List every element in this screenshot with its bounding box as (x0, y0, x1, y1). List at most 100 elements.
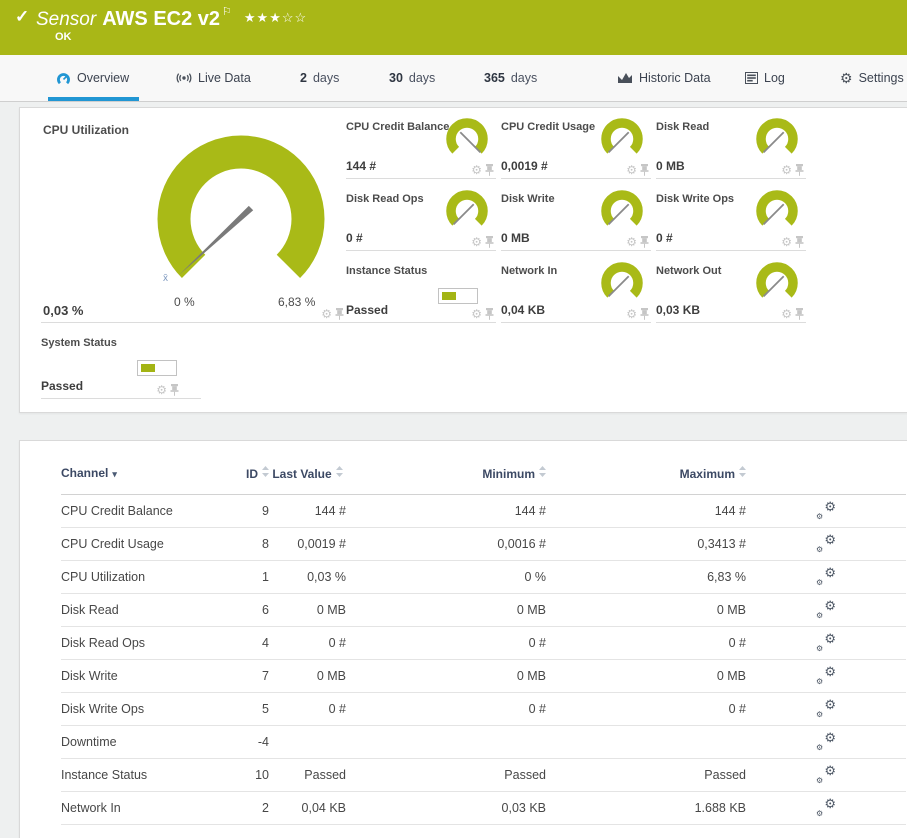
gear-icon[interactable]: ⚙ (471, 164, 482, 176)
gear-icon[interactable]: ⚙ (781, 236, 792, 248)
tab-live-data[interactable]: Live Data (176, 55, 251, 101)
cell-id: 5 (262, 702, 269, 716)
table-row-disk-read: Disk Read 6 0 MB 0 MB 0 MB ⚙ ⚙ (61, 594, 906, 627)
cell-maximum: 0 MB (716, 669, 746, 683)
channel-cell-network-out[interactable]: Network Out 0,03 KB ⚙ (656, 258, 806, 323)
cell-last-value: 0,0019 # (297, 537, 346, 551)
priority-stars[interactable]: ★★★☆☆ (244, 10, 307, 25)
channel-title: Disk Read Ops (346, 193, 424, 205)
pin-icon[interactable] (640, 236, 649, 248)
gauge-icon (57, 72, 70, 84)
channel-settings-icon[interactable]: ⚙ ⚙ (816, 598, 836, 620)
gear-icon[interactable]: ⚙ (321, 308, 332, 320)
channel-title: Network Out (656, 265, 722, 277)
cell-channel: Disk Read (61, 603, 119, 617)
tab-settings[interactable]: ⚙ Settings (840, 55, 904, 101)
channel-cell-system-status[interactable]: System Status Passed ⚙ (41, 330, 201, 399)
channel-settings-icon[interactable]: ⚙ ⚙ (816, 796, 836, 818)
gear-icon[interactable]: ⚙ (626, 164, 637, 176)
pin-icon[interactable] (640, 164, 649, 176)
channel-settings-icon[interactable]: ⚙ ⚙ (816, 499, 836, 521)
cell-id: 1 (262, 570, 269, 584)
tab-30-days[interactable]: 30 days (389, 55, 435, 101)
pin-icon[interactable] (795, 308, 804, 320)
channel-value: 0 # (346, 231, 363, 245)
gear-icon[interactable]: ⚙ (156, 384, 167, 396)
channel-cell-cpu-credit-balance[interactable]: CPU Credit Balance 144 # ⚙ (346, 114, 496, 179)
channel-cell-instance-status[interactable]: Instance Status Passed ⚙ (346, 258, 496, 323)
channel-cell-cpu-credit-usage[interactable]: CPU Credit Usage 0,0019 # ⚙ (501, 114, 651, 179)
tab-overview[interactable]: Overview (47, 55, 140, 101)
channel-settings-icon[interactable]: ⚙ ⚙ (816, 697, 836, 719)
gear-icon[interactable]: ⚙ (471, 308, 482, 320)
column-header-channel[interactable]: Channel ▾ (61, 457, 211, 495)
channel-cell-disk-read-ops[interactable]: Disk Read Ops 0 # ⚙ (346, 186, 496, 251)
gear-icon[interactable]: ⚙ (626, 236, 637, 248)
overview-panel: CPU Utilization x̄ 0 % 6,83 % 0,03 % ⚙ C… (19, 107, 907, 413)
channel-settings-icon[interactable]: ⚙ ⚙ (816, 730, 836, 752)
sensor-kind-label: Sensor (36, 9, 97, 30)
cell-minimum (346, 726, 546, 759)
channel-settings-icon[interactable]: ⚙ ⚙ (816, 532, 836, 554)
cell-minimum: 0 % (524, 570, 546, 584)
channel-cell-network-in[interactable]: Network In 0,04 KB ⚙ (501, 258, 651, 323)
cell-last-value: 0,03 % (307, 570, 346, 584)
channel-cell-cpu-utilization[interactable]: CPU Utilization x̄ 0 % 6,83 % 0,03 % ⚙ (41, 113, 346, 323)
channel-settings-icon[interactable]: ⚙ ⚙ (816, 565, 836, 587)
cell-minimum: 0,0016 # (497, 537, 546, 551)
tab-365-days[interactable]: 365 days (484, 55, 537, 101)
gear-icon[interactable]: ⚙ (781, 308, 792, 320)
channel-value: 0 MB (501, 231, 530, 245)
gear-icon[interactable]: ⚙ (781, 164, 792, 176)
cell-minimum: 0 MB (516, 603, 546, 617)
cell-id: 7 (262, 669, 269, 683)
sensor-header: ✓ Sensor AWS EC2 v2 ⚐ ★★★☆☆ OK (0, 0, 907, 55)
pin-icon[interactable] (640, 308, 649, 320)
channel-settings-icon[interactable]: ⚙ ⚙ (816, 763, 836, 785)
channel-title: Network In (501, 265, 558, 277)
channel-cell-disk-write-ops[interactable]: Disk Write Ops 0 # ⚙ (656, 186, 806, 251)
settings-gear-icon: ⚙ (840, 69, 853, 86)
column-label: Minimum (482, 467, 535, 481)
pin-icon[interactable] (170, 384, 179, 396)
cell-minimum: 0 MB (516, 669, 546, 683)
pin-icon[interactable] (335, 308, 344, 320)
cell-id: 10 (255, 768, 269, 782)
cell-id: -4 (257, 735, 269, 749)
cell-maximum: 0 # (728, 702, 746, 716)
column-header-min[interactable]: Minimum (346, 457, 546, 495)
tab-label: Overview (77, 71, 130, 85)
pin-icon[interactable] (485, 308, 494, 320)
tab-historic-data[interactable]: Historic Data (617, 55, 711, 101)
channel-value: 0,03 % (43, 303, 84, 318)
table-row-instance-status: Instance Status 10 Passed Passed Passed ⚙ ⚙ (61, 759, 906, 792)
pin-icon[interactable] (485, 164, 494, 176)
pin-icon[interactable] (485, 236, 494, 248)
tab-log[interactable]: Log (745, 55, 785, 101)
channel-title: CPU Credit Balance (346, 121, 450, 133)
channel-settings-icon[interactable]: ⚙ ⚙ (816, 631, 836, 653)
cell-last-value: 0 MB (316, 669, 346, 683)
pin-icon[interactable] (795, 236, 804, 248)
channel-title: Disk Read (656, 121, 710, 133)
column-header-max[interactable]: Maximum (546, 457, 746, 495)
channel-cell-disk-read[interactable]: Disk Read 0 MB ⚙ (656, 114, 806, 179)
gear-icon[interactable]: ⚙ (471, 236, 482, 248)
live-data-icon (176, 73, 192, 83)
table-row-disk-write: Disk Write 7 0 MB 0 MB 0 MB ⚙ ⚙ (61, 660, 906, 693)
channel-settings-icon[interactable]: ⚙ ⚙ (816, 664, 836, 686)
tab-bar: Overview Live Data 2 days 30 days 365 days Histo… (0, 55, 907, 102)
pin-icon[interactable] (795, 164, 804, 176)
gear-icon[interactable]: ⚙ (626, 308, 637, 320)
channel-gauge (446, 190, 488, 226)
cell-last-value: 0 # (328, 636, 346, 650)
tab-2-days[interactable]: 2 days (300, 55, 339, 101)
priority-flag-icon[interactable]: ⚐ (222, 6, 232, 18)
channel-cell-disk-write[interactable]: Disk Write 0 MB ⚙ (501, 186, 651, 251)
table-row-downtime: Downtime -4 ⚙ ⚙ (61, 726, 906, 759)
cell-minimum: 0,03 KB (501, 801, 546, 815)
cell-maximum: 1.688 KB (694, 801, 746, 815)
column-header-last[interactable]: Last Value (269, 457, 346, 495)
cell-channel: Network In (61, 801, 121, 815)
column-header-id[interactable]: ID (211, 457, 269, 495)
